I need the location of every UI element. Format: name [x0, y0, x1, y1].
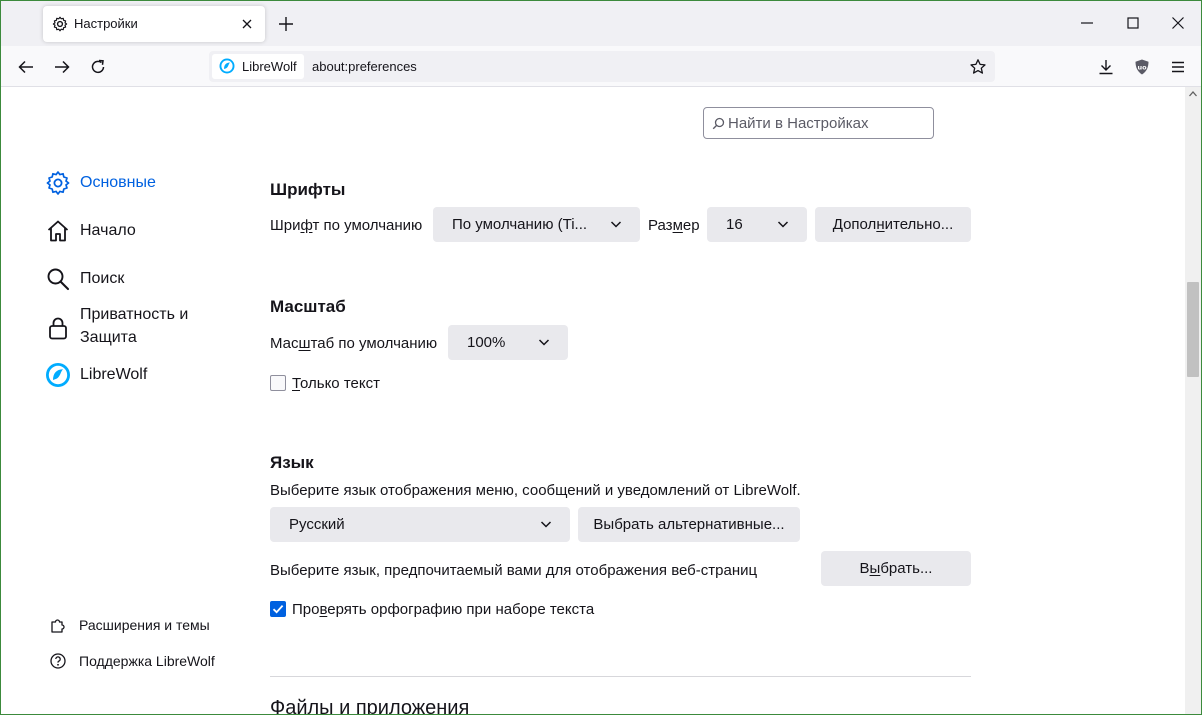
sidebar-item-label-line2: Защита — [80, 329, 137, 346]
files-apps-heading: Файлы и приложения — [270, 697, 470, 715]
text-only-checkbox[interactable] — [270, 375, 286, 391]
bookmark-star-icon[interactable] — [969, 58, 987, 76]
svg-text:uo: uo — [1137, 64, 1147, 72]
support-label: Поддержка LibreWolf — [79, 653, 215, 669]
font-size-select[interactable]: 16 — [707, 207, 807, 242]
navigation-bar: LibreWolf about:preferences uo — [1, 46, 1201, 87]
tab-strip: Настройки — [1, 1, 1201, 46]
choose-alternatives-button[interactable]: Выбрать альтернативные... — [578, 507, 800, 542]
reload-icon[interactable] — [89, 58, 107, 76]
librewolf-icon — [46, 363, 70, 387]
chevron-down-icon — [540, 521, 552, 528]
menu-icon[interactable] — [1169, 58, 1187, 76]
choose-alternatives-label: Выбрать альтернативные... — [593, 516, 785, 533]
advanced-fonts-button[interactable]: Дополнительно... — [815, 207, 971, 242]
back-icon[interactable] — [17, 58, 35, 76]
sidebar-item-label-line1: Приватность и — [80, 306, 189, 323]
default-font-select[interactable]: По умолчанию (Ti... — [433, 207, 640, 242]
search-icon — [712, 117, 725, 130]
lock-icon — [49, 317, 67, 340]
close-tab-icon[interactable] — [239, 16, 255, 32]
text-only-label[interactable]: Только текст — [292, 375, 380, 392]
librewolf-icon — [219, 58, 235, 74]
search-icon — [47, 268, 70, 291]
url-bar[interactable]: LibreWolf about:preferences — [209, 51, 995, 82]
sidebar-item-label: Начало — [80, 222, 136, 239]
language-description: Выберите язык отображения меню, сообщени… — [270, 482, 801, 499]
language-value: Русский — [289, 516, 345, 533]
language-heading: Язык — [270, 453, 314, 472]
scroll-up-arrow-icon[interactable] — [1189, 90, 1197, 98]
choose-web-language-button[interactable]: Выбрать... — [821, 551, 971, 586]
chevron-down-icon — [538, 339, 550, 346]
sidebar-item-label: Основные — [80, 174, 156, 191]
help-icon — [50, 653, 66, 669]
sidebar-item-label: LibreWolf — [80, 366, 148, 383]
preferences-page: Основные Начало Поиск Приватность и Защи… — [1, 87, 1185, 715]
font-size-value: 16 — [726, 216, 743, 233]
home-icon — [47, 220, 69, 242]
section-divider — [270, 676, 971, 677]
url-text[interactable]: about:preferences — [312, 59, 417, 74]
chevron-down-icon — [610, 221, 622, 228]
ublock-shield-icon[interactable]: uo — [1133, 58, 1151, 76]
puzzle-icon — [51, 619, 65, 633]
tab-settings[interactable]: Настройки — [43, 6, 265, 42]
scrollbar[interactable] — [1185, 87, 1201, 714]
font-size-label: Размер — [648, 217, 700, 234]
maximize-icon[interactable] — [1125, 15, 1141, 31]
extensions-themes-label: Расширения и темы — [79, 617, 210, 633]
zoom-heading: Масштаб — [270, 297, 346, 316]
scrollbar-thumb[interactable] — [1187, 282, 1199, 377]
default-zoom-select[interactable]: 100% — [448, 325, 568, 360]
downloads-icon[interactable] — [1097, 58, 1115, 76]
advanced-fonts-label: Дополнительно... — [832, 216, 954, 233]
search-input[interactable] — [728, 112, 928, 134]
search-settings-box[interactable] — [703, 107, 934, 139]
tab-title: Настройки — [74, 16, 138, 31]
language-select[interactable]: Русский — [270, 507, 570, 542]
identity-box[interactable]: LibreWolf — [212, 54, 304, 79]
default-zoom-value: 100% — [467, 334, 506, 351]
fonts-heading: Шрифты — [270, 180, 346, 199]
chevron-down-icon — [777, 221, 789, 228]
sidebar-item-label: Поиск — [80, 270, 125, 287]
minimize-icon[interactable] — [1079, 15, 1095, 31]
spellcheck-label[interactable]: Проверять орфографию при наборе текста — [292, 601, 594, 618]
default-font-value: По умолчанию (Ti... — [452, 216, 588, 233]
gear-icon — [52, 16, 68, 32]
close-window-icon[interactable] — [1170, 15, 1186, 31]
default-zoom-label: Масштаб по умолчанию — [270, 335, 438, 352]
gear-icon — [46, 171, 70, 195]
browser-window: Настройки LibreWolf about:preferences uo… — [0, 0, 1202, 715]
web-language-label: Выберите язык, предпочитаемый вами для о… — [270, 562, 758, 579]
default-font-label: Шрифт по умолчанию — [270, 217, 423, 234]
spellcheck-checkbox[interactable] — [270, 601, 286, 617]
forward-icon[interactable] — [53, 58, 71, 76]
checkmark-icon — [272, 604, 284, 614]
choose-web-language-label: Выбрать... — [859, 560, 933, 577]
new-tab-icon[interactable] — [277, 15, 295, 33]
identity-label: LibreWolf — [242, 59, 297, 74]
